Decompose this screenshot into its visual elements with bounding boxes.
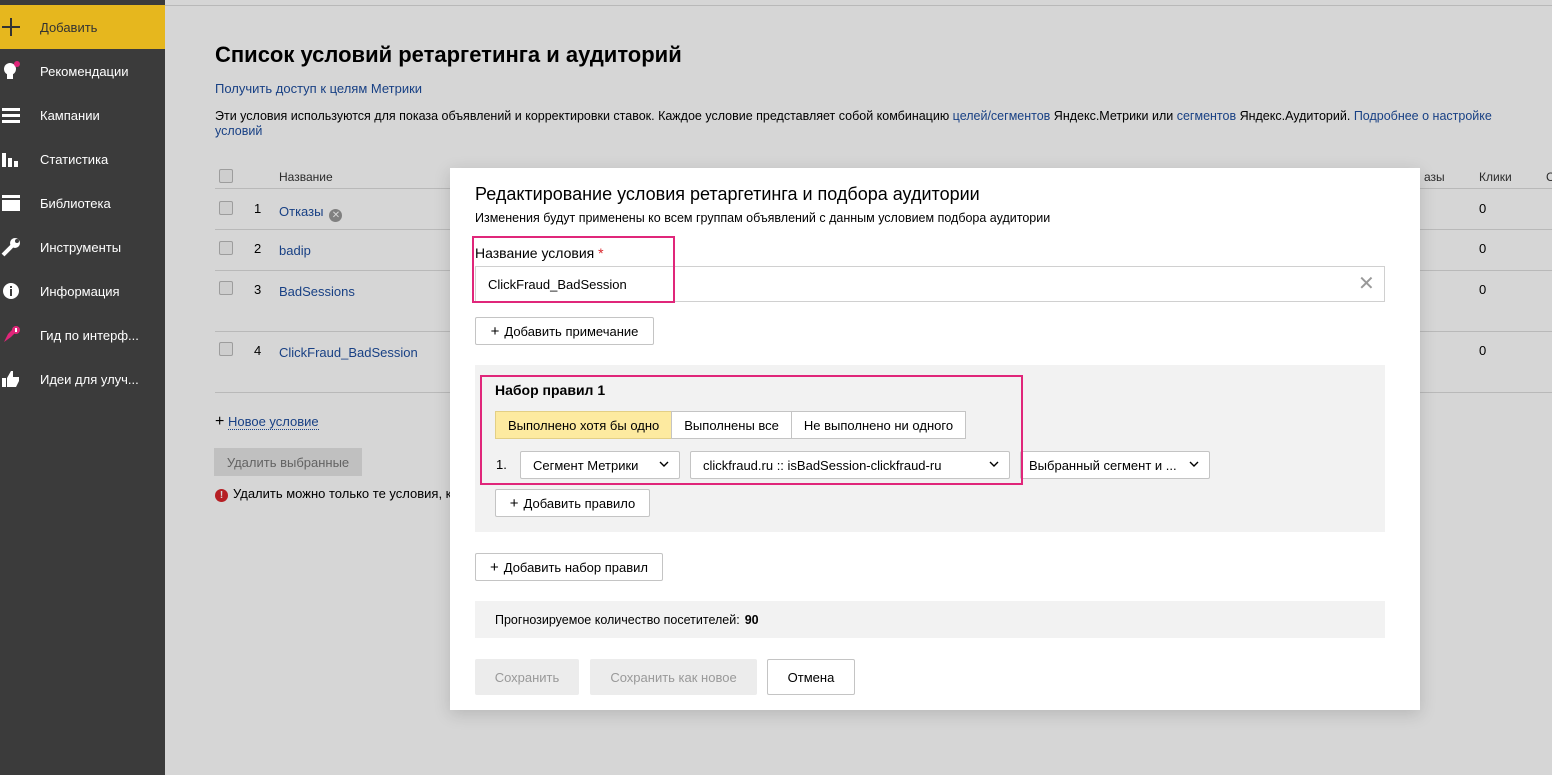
sidebar-item-label: Кампании — [40, 107, 100, 123]
save-as-new-button[interactable]: Сохранить как новое — [590, 659, 757, 695]
save-button[interactable]: Сохранить — [475, 659, 579, 695]
sidebar-item-label: Добавить — [40, 19, 98, 35]
rule-period-select[interactable]: Выбранный сегмент и ... — [1020, 451, 1210, 479]
cancel-button[interactable]: Отмена — [767, 659, 855, 695]
bar-chart-icon — [0, 148, 22, 170]
sidebar: Добавить Рекомендации Кампании Статистик… — [0, 0, 165, 775]
library-icon — [0, 192, 22, 214]
chevron-down-icon — [1189, 461, 1199, 467]
sidebar-item-label: Гид по интерф... — [40, 327, 139, 343]
add-rule-button[interactable]: + Добавить правило — [495, 489, 650, 517]
forecast-value: 90 — [744, 612, 759, 627]
button-label: Добавить примечание — [504, 323, 639, 339]
highlight-frame-name — [472, 236, 675, 303]
sidebar-item-label: Статистика — [40, 151, 109, 167]
sidebar-item-label: Идеи для улуч... — [40, 371, 139, 387]
clear-input-icon[interactable]: ✕ — [1358, 274, 1375, 294]
plus-icon: + — [490, 322, 500, 340]
plus-icon — [0, 16, 22, 38]
rocket-icon — [0, 324, 22, 346]
sidebar-item-ideas[interactable]: Идеи для улуч... — [0, 357, 165, 401]
add-ruleset-button[interactable]: + Добавить набор правил — [475, 553, 663, 581]
sidebar-item-statistics[interactable]: Статистика — [0, 137, 165, 181]
sidebar-item-guide[interactable]: Гид по интерф... — [0, 313, 165, 357]
forecast-label: Прогнозируемое количество посетителей: — [495, 612, 740, 627]
lightbulb-icon — [0, 60, 22, 82]
wrench-icon — [0, 236, 22, 258]
sidebar-item-label: Информация — [40, 283, 120, 299]
sidebar-item-campaigns[interactable]: Кампании — [0, 93, 165, 137]
forecast-panel: Прогнозируемое количество посетителей: 90 — [475, 601, 1385, 638]
button-label: Добавить набор правил — [503, 559, 648, 575]
sidebar-item-label: Рекомендации — [40, 63, 129, 79]
edit-condition-modal: Редактирование условия ретаргетинга и по… — [450, 168, 1420, 710]
sidebar-item-label: Библиотека — [40, 195, 111, 211]
add-note-button[interactable]: + Добавить примечание — [475, 317, 654, 345]
plus-icon: + — [509, 494, 519, 512]
info-icon — [0, 280, 22, 302]
button-label: Добавить правило — [523, 495, 636, 511]
sidebar-item-recommendations[interactable]: Рекомендации — [0, 49, 165, 93]
modal-title: Редактирование условия ретаргетинга и по… — [475, 184, 980, 204]
select-value: Выбранный сегмент и ... — [1029, 457, 1177, 473]
sidebar-item-label: Инструменты — [40, 239, 122, 255]
highlight-frame-ruleset — [480, 375, 1023, 485]
sidebar-item-add[interactable]: Добавить — [0, 5, 165, 49]
thumbs-up-icon — [0, 368, 22, 390]
sidebar-item-tools[interactable]: Инструменты — [0, 225, 165, 269]
plus-icon: + — [489, 558, 499, 576]
modal-subtitle: Изменения будут применены ко всем группа… — [475, 211, 1051, 225]
sidebar-item-library[interactable]: Библиотека — [0, 181, 165, 225]
list-icon — [0, 104, 22, 126]
sidebar-item-info[interactable]: Информация — [0, 269, 165, 313]
